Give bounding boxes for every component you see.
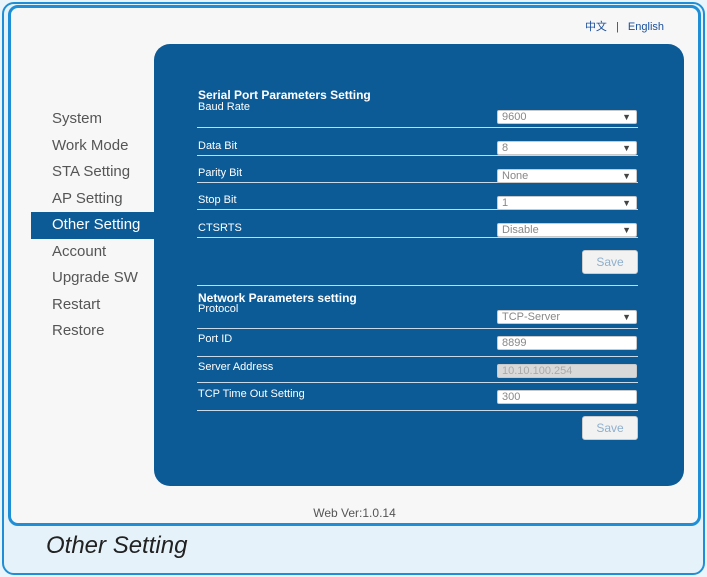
tcp-timeout-row: TCP Time Out Setting 300 [197,383,638,411]
parity-bit-label: Parity Bit [198,167,243,179]
port-id-label: Port ID [198,333,233,345]
sidebar-item-sta-setting[interactable]: STA Setting [31,159,157,186]
protocol-value: TCP-Server [502,311,561,323]
parity-bit-row: Parity Bit None ▼ [197,156,638,183]
ctsrts-value: Disable [502,224,539,236]
stop-bit-label: Stop Bit [198,194,237,206]
server-address-input: 10.10.100.254 [497,364,637,378]
browser-frame: 中文 | English System Work Mode STA Settin… [8,5,701,526]
server-address-label: Server Address [198,361,274,373]
ctsrts-label: CTSRTS [198,222,242,234]
server-address-row: Server Address 10.10.100.254 [197,357,638,383]
dropdown-arrow-icon: ▼ [622,112,631,122]
dropdown-arrow-icon: ▼ [622,225,631,235]
data-bit-select[interactable]: 8 ▼ [497,141,637,155]
protocol-select[interactable]: TCP-Server ▼ [497,310,637,324]
settings-panel: Serial Port Parameters Setting Baud Rate… [154,44,684,486]
stop-bit-value: 1 [502,197,509,209]
page-caption: Other Setting [46,532,188,559]
data-bit-row: Data Bit 8 ▼ [197,128,638,156]
data-bit-value: 8 [502,142,509,154]
sidebar-item-account[interactable]: Account [31,239,157,266]
ctsrts-select[interactable]: Disable ▼ [497,223,637,237]
sidebar-item-upgrade-sw[interactable]: Upgrade SW [31,265,157,292]
tcp-timeout-label: TCP Time Out Setting [198,388,305,400]
protocol-label: Protocol [198,303,239,315]
dropdown-arrow-icon: ▼ [622,198,631,208]
lang-chinese-link[interactable]: 中文 [585,21,607,33]
protocol-row: Protocol TCP-Server ▼ [197,302,638,329]
lang-english-link[interactable]: English [628,21,664,33]
baud-rate-label: Baud Rate [198,101,250,113]
dropdown-arrow-icon: ▼ [622,143,631,153]
serial-save-button[interactable]: Save [582,250,638,274]
port-id-row: Port ID 8899 [197,329,638,357]
port-id-input[interactable]: 8899 [497,336,637,350]
network-save-button[interactable]: Save [582,416,638,440]
baud-rate-select[interactable]: 9600 ▼ [497,110,637,124]
section-divider [197,285,638,286]
dropdown-arrow-icon: ▼ [622,312,631,322]
web-version: Web Ver:1.0.14 [313,506,396,520]
sidebar-nav: System Work Mode STA Setting AP Setting … [31,106,157,345]
sidebar-item-work-mode[interactable]: Work Mode [31,133,157,160]
tcp-timeout-input[interactable]: 300 [497,390,637,404]
ctsrts-row: CTSRTS Disable ▼ [197,210,638,238]
dropdown-arrow-icon: ▼ [622,171,631,181]
stop-bit-row: Stop Bit 1 ▼ [197,183,638,210]
baud-rate-value: 9600 [502,111,527,123]
sidebar-item-restore[interactable]: Restore [31,318,157,345]
stop-bit-select[interactable]: 1 ▼ [497,196,637,210]
sidebar-item-system[interactable]: System [31,106,157,133]
lang-separator: | [616,21,619,33]
data-bit-label: Data Bit [198,140,238,152]
sidebar-item-ap-setting[interactable]: AP Setting [31,186,157,213]
parity-bit-select[interactable]: None ▼ [497,169,637,183]
parity-bit-value: None [502,170,529,182]
serial-section-title: Serial Port Parameters Setting [198,88,371,102]
language-switcher: 中文 | English [585,18,664,34]
sidebar-item-restart[interactable]: Restart [31,292,157,319]
baud-rate-row: Baud Rate 9600 ▼ [197,101,638,128]
sidebar-item-other-setting[interactable]: Other Setting [31,212,157,239]
